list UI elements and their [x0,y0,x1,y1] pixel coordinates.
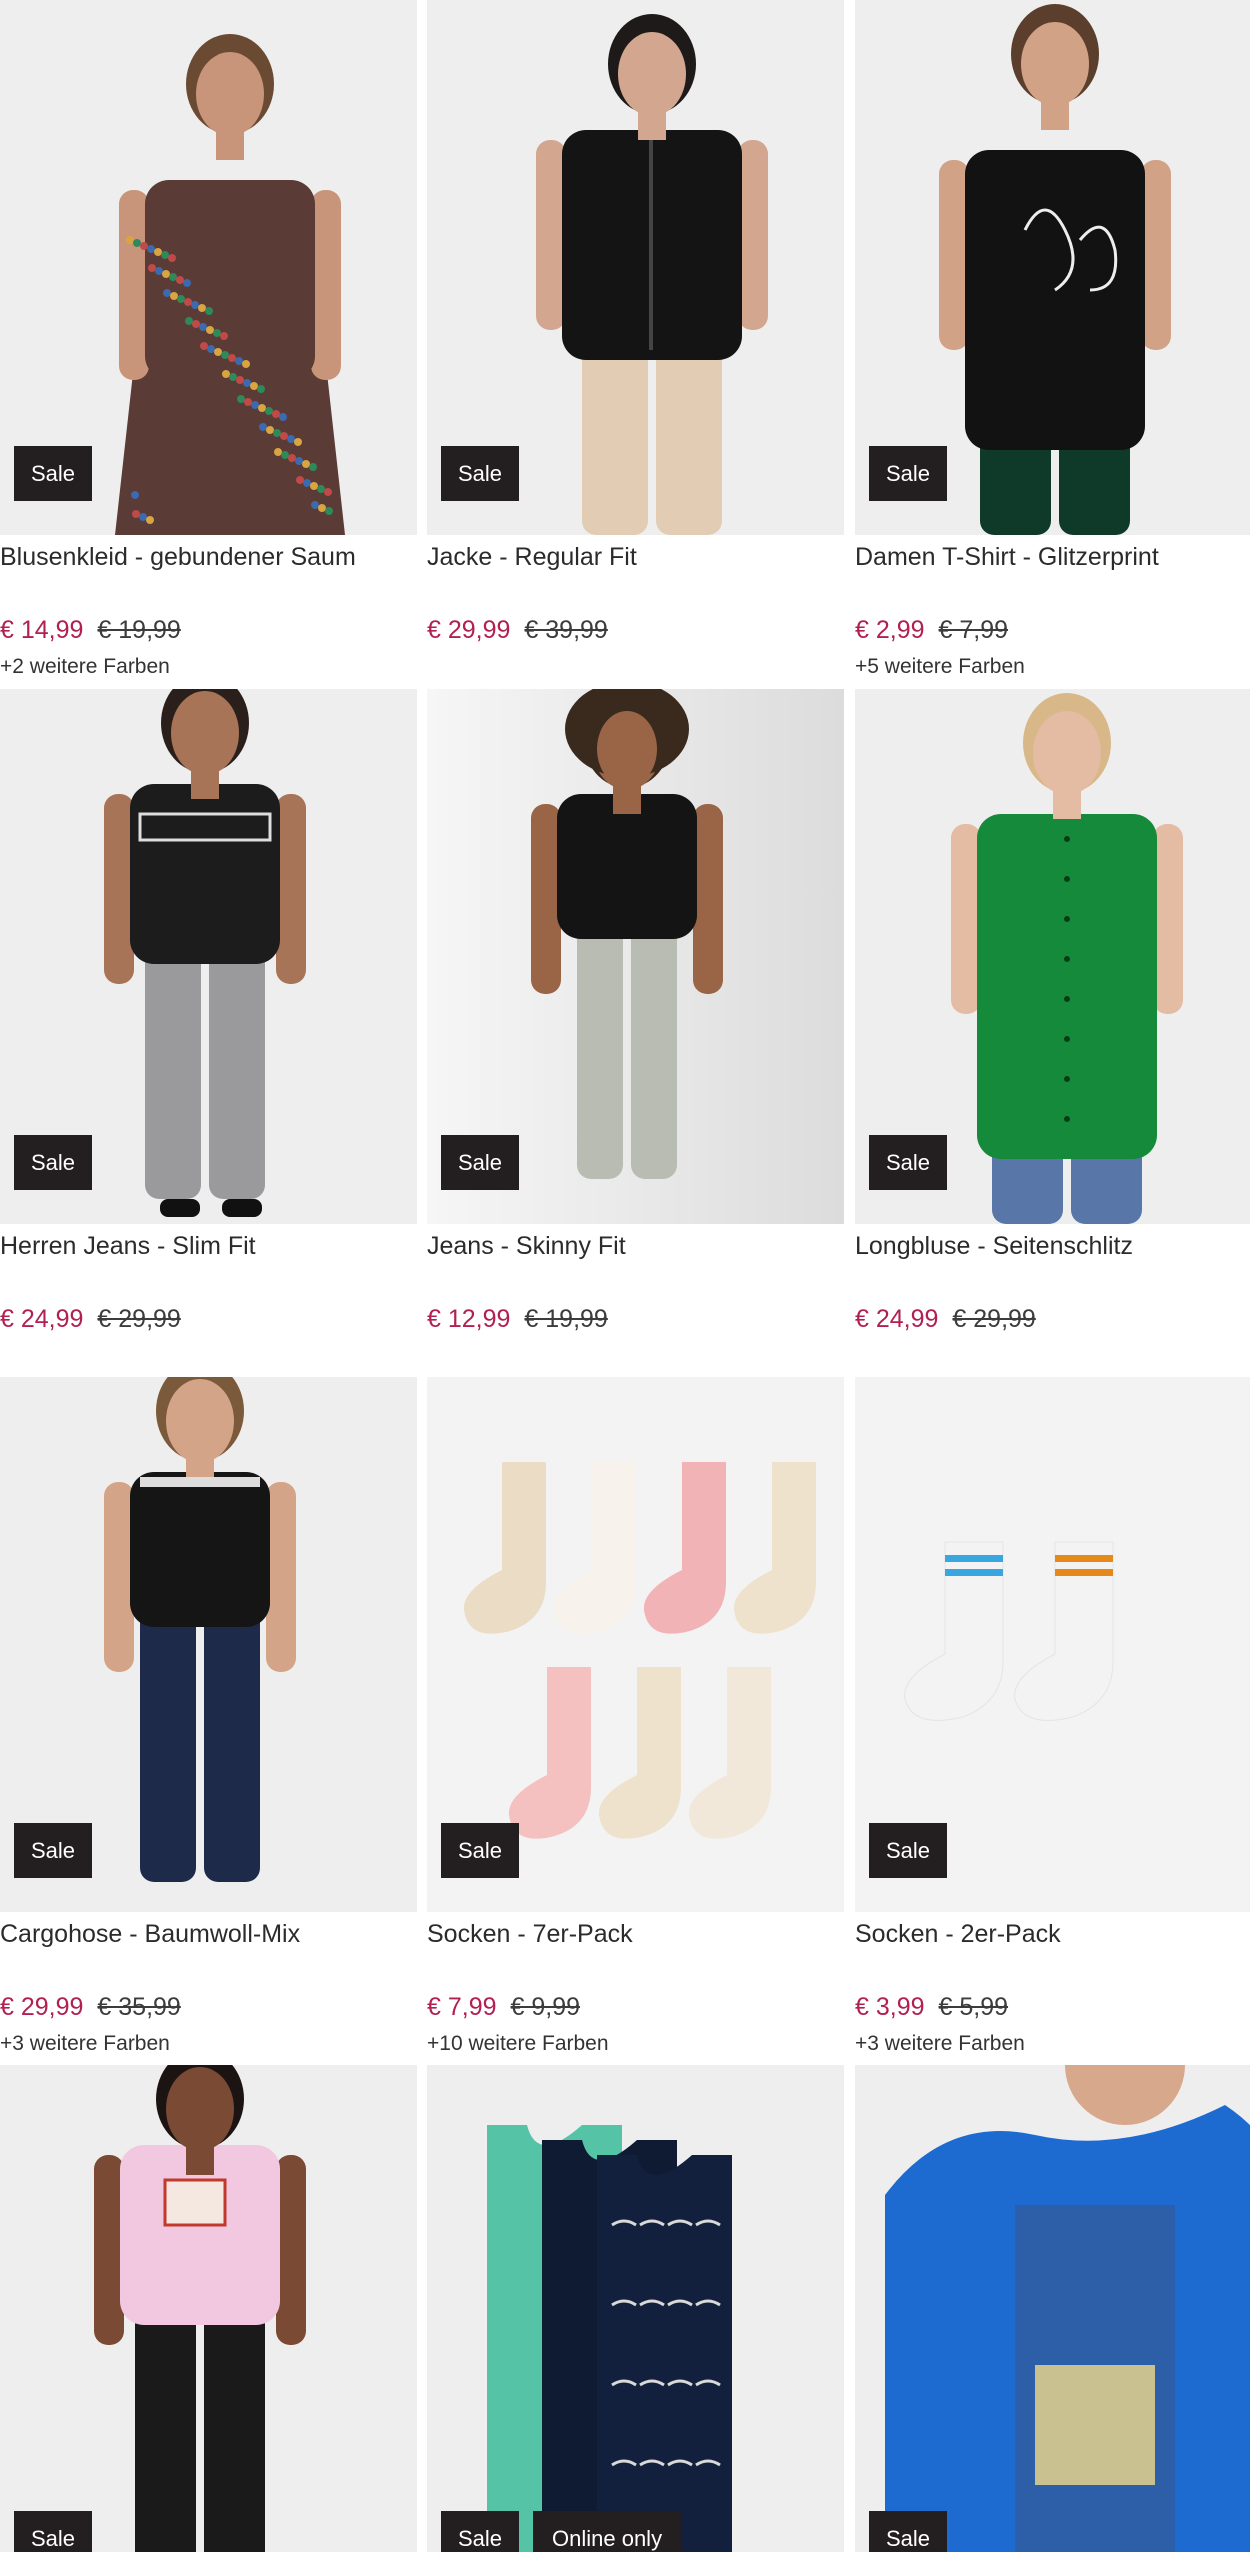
product-title[interactable]: Herren Jeans - Slim Fit [0,1232,417,1261]
product-image[interactable]: Sale [427,0,844,535]
product-image[interactable]: Sale [855,689,1250,1224]
product-image[interactable]: Sale [855,1377,1250,1912]
product-image[interactable]: Sale Online only [427,2065,844,2552]
more-colors-link[interactable]: +10 weitere Farben [427,2032,609,2056]
product-image[interactable]: Sale [427,689,844,1224]
sale-price: € 3,99 [855,1993,925,2021]
product-card[interactable]: Sale Jacke - Regular Fit € 29,99 € 39,99 [427,0,844,689]
product-title[interactable]: Longbluse - Seitenschlitz [855,1232,1250,1261]
product-card[interactable]: Sale Jeans - Skinny Fit € 12,99 € 19,99 [427,689,844,1378]
badge-group: Sale [869,1135,947,1190]
sale-badge: Sale [869,2511,947,2552]
online-only-badge: Online only [533,2511,682,2552]
product-card[interactable]: Sale Socken - 7er-Pack € 7,99 € 9,99 +10 wei… [427,1377,844,2066]
badge-group: Sale [14,2511,92,2552]
product-image[interactable]: Sale [855,2065,1250,2552]
product-photo [94,2065,306,2552]
original-price: € 19,99 [97,616,181,644]
price-row: € 29,99 € 35,99 [0,1993,181,2022]
more-colors-link[interactable]: +3 weitere Farben [0,2032,170,2056]
price-row: € 29,99 € 39,99 [427,616,608,645]
price-row: € 3,99 € 5,99 [855,1993,1008,2022]
original-price: € 29,99 [97,1305,181,1333]
price-row: € 24,99 € 29,99 [0,1305,181,1334]
product-card[interactable]: Sale Blusenkleid - gebundener Saum € 14,99… [0,0,417,689]
product-photo [487,2125,732,2552]
sale-badge: Sale [869,1823,947,1878]
sale-badge: Sale [869,446,947,501]
product-image[interactable]: Sale [0,2065,417,2552]
sale-price: € 14,99 [0,616,84,644]
sale-badge: Sale [14,1135,92,1190]
badge-group: Sale [14,1823,92,1878]
more-colors-link[interactable]: +3 weitere Farben [855,2032,1025,2056]
product-card[interactable]: Sale Socken - 2er-Pack € 3,99 € 5,99 +3 weit… [855,1377,1250,2066]
original-price: € 35,99 [97,1993,181,2021]
price-row: € 14,99 € 19,99 [0,616,181,645]
more-colors-link[interactable]: +2 weitere Farben [0,655,170,679]
sale-price: € 24,99 [0,1305,84,1333]
original-price: € 5,99 [938,1993,1009,2021]
product-grid: Sale Blusenkleid - gebundener Saum € 14,99… [0,0,1250,2552]
product-card[interactable]: Sale Damen T-Shirt - Glitzerprint € 2,99 € … [855,0,1250,689]
sale-badge: Sale [869,1135,947,1190]
product-title[interactable]: Jeans - Skinny Fit [427,1232,844,1261]
badge-group: Sale [441,1823,519,1878]
price-row: € 12,99 € 19,99 [427,1305,608,1334]
product-card[interactable]: Sale Online only [427,2065,844,2552]
product-card[interactable]: Sale Herren Jeans - Slim Fit € 24,99 € 29,9… [0,689,417,1378]
sale-price: € 29,99 [0,1993,84,2021]
product-card[interactable]: Sale Cargohose - Baumwoll-Mix € 29,99 € 35,… [0,1377,417,2066]
badge-group: Sale [869,446,947,501]
original-price: € 7,99 [938,616,1009,644]
product-title[interactable]: Blusenkleid - gebundener Saum [0,543,417,572]
sale-badge: Sale [14,2511,92,2552]
sale-price: € 2,99 [855,616,925,644]
price-row: € 7,99 € 9,99 [427,1993,580,2022]
original-price: € 39,99 [524,616,608,644]
sale-badge: Sale [14,1823,92,1878]
price-row: € 24,99 € 29,99 [855,1305,1036,1334]
product-image[interactable]: Sale [0,1377,417,1912]
product-image[interactable]: Sale [855,0,1250,535]
product-title[interactable]: Socken - 7er-Pack [427,1920,844,1949]
sale-badge: Sale [441,446,519,501]
product-title[interactable]: Damen T-Shirt - Glitzerprint [855,543,1250,572]
price-row: € 2,99 € 7,99 [855,616,1008,645]
product-photo [885,2065,1250,2552]
badge-group: Sale [869,1823,947,1878]
product-title[interactable]: Socken - 2er-Pack [855,1920,1250,1949]
sale-price: € 24,99 [855,1305,939,1333]
sale-badge: Sale [14,446,92,501]
product-title[interactable]: Jacke - Regular Fit [427,543,844,572]
original-price: € 29,99 [952,1305,1036,1333]
product-title[interactable]: Cargohose - Baumwoll-Mix [0,1920,417,1949]
badge-group: Sale [441,446,519,501]
product-card[interactable]: Sale [0,2065,417,2552]
badge-group: Sale [14,1135,92,1190]
sale-price: € 29,99 [427,616,511,644]
product-image[interactable]: Sale [427,1377,844,1912]
original-price: € 9,99 [510,1993,581,2021]
badge-group: Sale [14,446,92,501]
product-image[interactable]: Sale [0,0,417,535]
sale-badge: Sale [441,1823,519,1878]
sale-badge: Sale [441,2511,519,2552]
more-colors-link[interactable]: +5 weitere Farben [855,655,1025,679]
sale-price: € 7,99 [427,1993,497,2021]
sale-price: € 12,99 [427,1305,511,1333]
product-image[interactable]: Sale [0,689,417,1224]
original-price: € 19,99 [524,1305,608,1333]
product-card[interactable]: Sale [855,2065,1250,2552]
product-card[interactable]: Sale Longbluse - Seitenschlitz € 24,99 € 29… [855,689,1250,1378]
badge-group: Sale [869,2511,947,2552]
sale-badge: Sale [441,1135,519,1190]
badge-group: Sale Online only [441,2511,682,2552]
badge-group: Sale [441,1135,519,1190]
